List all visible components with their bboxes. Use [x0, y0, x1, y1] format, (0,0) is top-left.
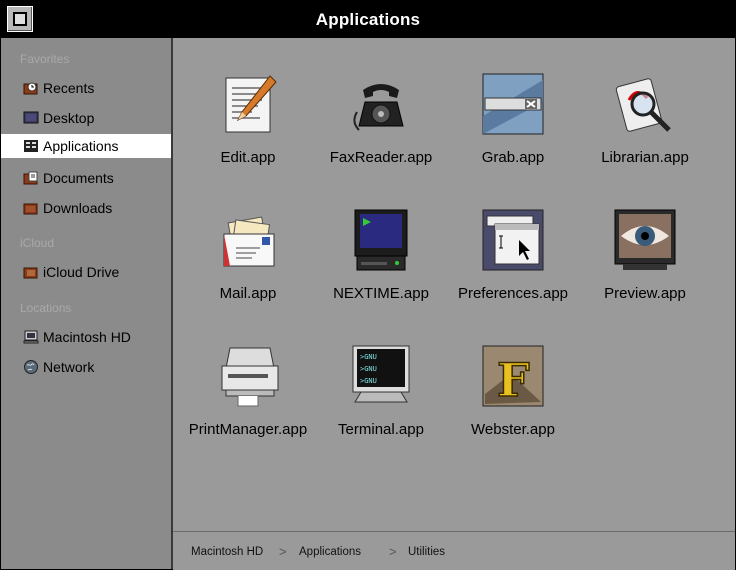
breadcrumb-utilities[interactable]: Utilities	[408, 546, 445, 558]
sidebar-item-downloads[interactable]: Downloads	[1, 196, 171, 220]
computer-icon	[23, 330, 39, 344]
app-name: Preview.app	[604, 285, 686, 302]
sidebar-item-icloud-drive[interactable]: iCloud Drive	[1, 260, 171, 284]
telephone-icon	[353, 84, 404, 131]
terminal-line-3: >GNU	[360, 377, 377, 385]
preview-eye-icon	[614, 209, 676, 270]
applications-icon	[24, 140, 38, 152]
grab-icon	[482, 73, 544, 135]
edit-pen-icon	[225, 75, 277, 133]
sidebar-item-label: Macintosh HD	[43, 329, 131, 345]
breadcrumb-separator: >	[389, 544, 397, 559]
downloads-icon	[23, 203, 38, 215]
sidebar-item-macintosh-hd[interactable]: Macintosh HD	[1, 325, 171, 349]
sidebar-item-label: Downloads	[43, 200, 113, 216]
librarian-magnifier-icon	[615, 78, 671, 132]
app-preview[interactable]: Preview.app	[575, 208, 715, 318]
app-name: Librarian.app	[601, 149, 689, 166]
sidebar: Favorites Recents Desktop Applications D…	[1, 38, 173, 569]
app-edit[interactable]: Edit.app	[178, 72, 318, 182]
title-bar[interactable]: Applications	[1, 1, 735, 38]
section-favorites: Favorites	[20, 52, 70, 66]
sidebar-item-applications[interactable]: Applications	[1, 134, 171, 158]
app-printmanager[interactable]: PrintManager.app	[178, 344, 318, 454]
app-preferences[interactable]: Preferences.app	[443, 208, 583, 318]
terminal-line-2: >GNU	[360, 365, 377, 373]
sidebar-item-label: Recents	[43, 80, 95, 96]
app-faxreader[interactable]: FaxReader.app	[311, 72, 451, 182]
app-terminal[interactable]: >GNU >GNU >GNU Terminal.app	[311, 344, 451, 454]
app-name: Webster.app	[471, 421, 555, 438]
clock-folder-icon	[23, 82, 38, 95]
preferences-windows-icon	[482, 209, 544, 271]
webster-letter: F	[497, 353, 530, 407]
breadcrumb-separator: >	[279, 544, 287, 559]
sidebar-item-recents[interactable]: Recents	[1, 76, 171, 100]
section-icloud: iCloud	[20, 236, 55, 250]
sidebar-item-label: iCloud Drive	[43, 264, 120, 280]
path-bar: Macintosh HD > Applications > Utilities	[173, 531, 735, 570]
nextime-monitor-icon	[354, 209, 408, 271]
app-webster[interactable]: F Webster.app	[443, 344, 583, 454]
section-locations: Locations	[20, 301, 72, 315]
globe-icon	[24, 360, 38, 374]
sidebar-item-label: Network	[43, 359, 95, 375]
sidebar-item-desktop[interactable]: Desktop	[1, 106, 171, 130]
webster-f-icon: F	[482, 345, 544, 408]
sidebar-item-label: Desktop	[43, 110, 95, 126]
documents-icon	[23, 171, 38, 185]
sidebar-item-network[interactable]: Network	[1, 355, 171, 379]
app-grab[interactable]: Grab.app	[443, 72, 583, 182]
mail-envelope-icon	[223, 216, 275, 267]
app-mail[interactable]: Mail.app	[178, 208, 318, 318]
terminal-line-1: >GNU	[360, 353, 377, 361]
sidebar-item-documents[interactable]: Documents	[1, 166, 171, 190]
desktop-icon	[23, 111, 39, 124]
breadcrumb-applications[interactable]: Applications	[299, 546, 361, 558]
sidebar-item-label: Applications	[43, 138, 119, 154]
app-librarian[interactable]: Librarian.app	[575, 72, 715, 182]
sidebar-item-label: Documents	[43, 170, 114, 186]
cloud-folder-icon	[23, 267, 38, 279]
icon-grid: Edit.app FaxReader.app Grab.app Libraria…	[173, 38, 735, 531]
app-nextime[interactable]: NEXTIME.app	[311, 208, 451, 318]
printer-icon	[221, 347, 279, 407]
terminal-icon: >GNU >GNU >GNU	[352, 345, 410, 403]
breadcrumb-macintosh-hd[interactable]: Macintosh HD	[191, 546, 263, 558]
window-title: Applications	[315, 10, 421, 29]
finder-window: Applications Favorites Recents Desktop A…	[0, 0, 736, 570]
